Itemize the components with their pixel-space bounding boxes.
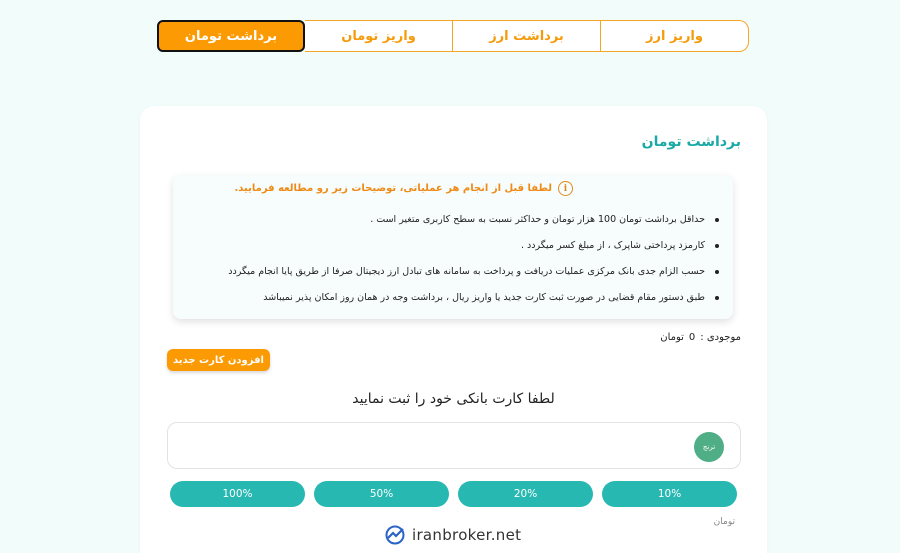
balance-label: موجودی : xyxy=(700,332,741,343)
list-item: حداقل برداشت تومان 100 هزار تومان و حداک… xyxy=(179,213,719,239)
tab-deposit-toman[interactable]: واریز تومان xyxy=(305,20,453,52)
balance-unit: تومان xyxy=(660,332,684,343)
amount-unit: تومان xyxy=(713,517,735,527)
bank-logo-icon: ترنج xyxy=(694,432,724,462)
balance-value: 0 xyxy=(688,332,696,343)
tab-deposit-crypto[interactable]: واریز ارز xyxy=(601,20,749,52)
percent-50-button[interactable]: 50% xyxy=(314,481,449,507)
notice-heading-text: لطفا قبل از انجام هر عملیاتی، توضیحات زی… xyxy=(234,183,552,194)
list-item: حسب الزام جدی بانک مرکزی عملیات دریافت و… xyxy=(179,265,719,291)
percent-10-button[interactable]: 10% xyxy=(602,481,737,507)
bank-card-select[interactable]: ترنج xyxy=(167,422,741,469)
percent-options: 100% 50% 20% 10% xyxy=(170,481,737,507)
watermark: iranbroker.net xyxy=(384,525,521,545)
tab-withdraw-crypto[interactable]: برداشت ارز xyxy=(453,20,601,52)
add-card-button[interactable]: افزودن کارت جدید xyxy=(167,349,270,371)
list-item: کارمزد پرداختی شاپرک ، از مبلغ کسر میگرد… xyxy=(179,239,719,265)
percent-100-button[interactable]: 100% xyxy=(170,481,305,507)
chart-growth-icon xyxy=(385,525,405,545)
register-card-prompt: لطفا کارت بانکی خود را ثبت نمایید xyxy=(352,391,555,407)
notice-list: حداقل برداشت تومان 100 هزار تومان و حداک… xyxy=(179,213,719,317)
withdraw-card: برداشت تومان i لطفا قبل از انجام هر عملی… xyxy=(140,106,767,553)
percent-20-button[interactable]: 20% xyxy=(458,481,593,507)
notice-heading: i لطفا قبل از انجام هر عملیاتی، توضیحات … xyxy=(234,181,573,196)
page-title: برداشت تومان xyxy=(641,134,741,150)
watermark-text: iranbroker.net xyxy=(412,526,522,544)
balance: موجودی : 0 تومان xyxy=(660,332,741,343)
notice-box: i لطفا قبل از انجام هر عملیاتی، توضیحات … xyxy=(173,175,733,319)
info-icon: i xyxy=(558,181,573,196)
list-item: طبق دستور مقام قضایی در صورت ثبت کارت جد… xyxy=(179,291,719,317)
tab-withdraw-toman[interactable]: برداشت تومان xyxy=(157,20,305,52)
tab-bar: واریز ارز برداشت ارز واریز تومان برداشت … xyxy=(157,20,749,52)
